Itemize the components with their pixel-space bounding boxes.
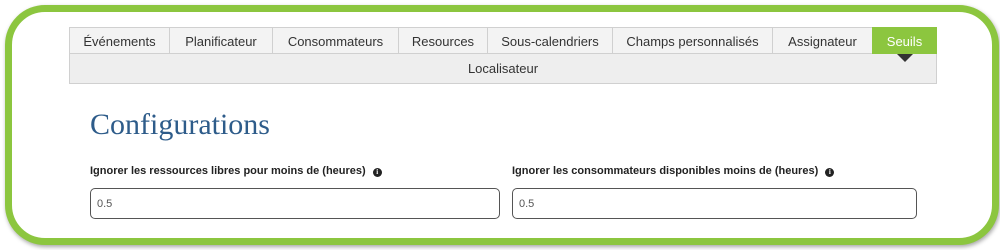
active-tab-caret-icon (896, 54, 913, 62)
info-circle-icon[interactable]: i (825, 168, 835, 177)
field-label-ressources-libres: Ignorer les ressources libres pour moins… (90, 164, 382, 178)
tab-consommateurs[interactable]: Consommateurs (272, 27, 398, 54)
page-title: Configurations (90, 108, 270, 141)
tab-resources[interactable]: Resources (398, 27, 487, 54)
field-label-text: Ignorer les consommateurs disponibles mo… (512, 165, 819, 177)
tab-champs-personnalises[interactable]: Champs personnalisés (612, 27, 772, 54)
tab-seuils-label: Seuils (886, 34, 923, 49)
tab-sous-calendriers[interactable]: Sous-calendriers (487, 27, 612, 54)
field-label-consommateurs-disponibles: Ignorer les consommateurs disponibles mo… (512, 164, 835, 178)
tab-evenements[interactable]: Événements (69, 27, 169, 54)
info-circle-icon[interactable]: i (372, 168, 382, 177)
ressources-libres-input[interactable] (90, 188, 500, 219)
subtab-localisateur[interactable]: Localisateur (69, 54, 937, 84)
tab-planificateur[interactable]: Planificateur (169, 27, 272, 54)
tab-seuils[interactable]: Seuils (872, 27, 937, 62)
field-label-text: Ignorer les ressources libres pour moins… (90, 165, 366, 177)
tab-assignateur[interactable]: Assignateur (772, 27, 872, 54)
consommateurs-disponibles-input[interactable] (512, 188, 917, 219)
window-frame: Événements Planificateur Consommateurs R… (5, 5, 999, 245)
tab-bar: Événements Planificateur Consommateurs R… (69, 27, 937, 62)
